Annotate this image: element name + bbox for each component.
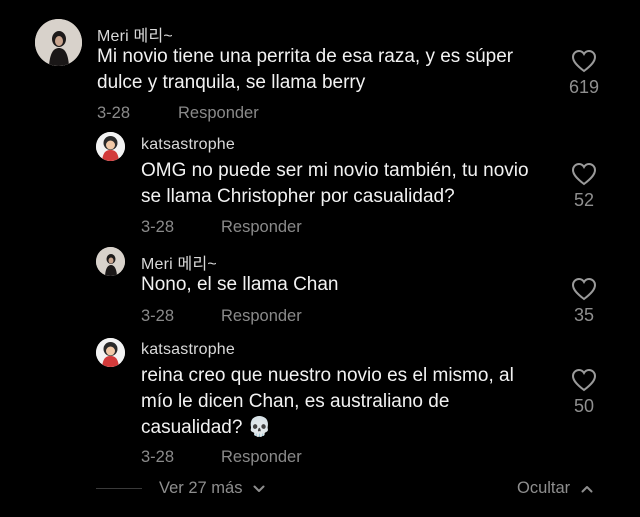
reply-button[interactable]: Responder [178,104,259,123]
like-count: 35 [573,305,595,325]
like-button[interactable]: 619 [564,49,604,98]
comment-date: 3-28 [141,448,175,466]
comment-text: reina creo que nuestro novio es el mismo… [141,365,514,438]
cartoon-avatar-icon [96,132,125,161]
heart-icon [571,49,597,73]
cartoon-avatar-icon [96,338,125,367]
chevron-down-icon [253,485,265,492]
heart-icon [571,162,597,186]
chevron-up-icon [581,485,593,493]
like-button[interactable]: 35 [564,277,604,326]
comment-username[interactable]: Meri 메리~ [141,250,217,274]
like-count: 52 [573,190,595,210]
profile-photo-icon [35,19,82,66]
divider [96,488,142,489]
comment-date: 3-28 [97,104,131,122]
view-more-label: Ver 27 más [159,479,243,497]
like-button[interactable]: 52 [564,162,604,211]
avatar[interactable] [96,132,125,161]
like-button[interactable]: 50 [564,368,604,417]
reply-button[interactable]: Responder [221,307,302,326]
comment-text: Mi novio tiene una perrita de esa raza, … [97,46,514,93]
profile-photo-icon [96,247,125,276]
hide-replies-button[interactable]: Ocultar [517,479,593,498]
reply-button[interactable]: Responder [221,218,302,237]
comment-text: OMG no puede ser mi novio también, tu no… [141,160,529,207]
reply-button[interactable]: Responder [221,448,302,467]
avatar[interactable] [96,247,125,276]
comment-date: 3-28 [141,218,175,236]
avatar[interactable] [96,338,125,367]
heart-icon [571,277,597,301]
comment-username[interactable]: Meri 메리~ [97,22,173,46]
comment-text: Nono, el se llama Chan [141,274,339,295]
hide-label: Ocultar [517,479,571,497]
view-more-replies-button[interactable]: Ver 27 más [159,479,265,498]
like-count: 619 [568,77,600,97]
avatar[interactable] [35,19,82,66]
comment-username[interactable]: katsastrophe [141,341,235,359]
comment-date: 3-28 [141,307,175,325]
like-count: 50 [573,396,595,416]
comment-username[interactable]: katsastrophe [141,136,235,154]
heart-icon [571,368,597,392]
